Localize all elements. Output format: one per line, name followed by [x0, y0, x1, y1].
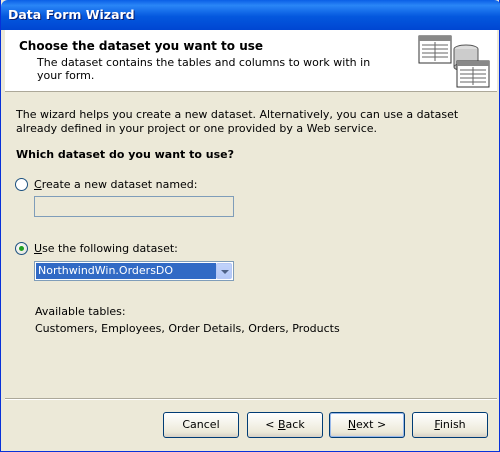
available-tables-label: Available tables:	[35, 305, 126, 318]
finish-button[interactable]: Finish	[412, 412, 488, 438]
new-dataset-name-input[interactable]	[34, 196, 234, 217]
use-existing-radio[interactable]	[15, 242, 28, 255]
create-new-label: Create a new dataset named:	[34, 178, 198, 191]
dataset-dropdown[interactable]: NorthwindWin.OrdersDO	[34, 261, 234, 281]
header-title: Choose the dataset you want to use	[19, 39, 264, 53]
use-existing-label: Use the following dataset:	[34, 242, 178, 255]
title-bar[interactable]: Data Form Wizard	[1, 0, 500, 30]
window-title: Data Form Wizard	[8, 7, 135, 22]
cancel-button[interactable]: Cancel	[163, 412, 239, 438]
next-button[interactable]: Next >	[329, 412, 405, 438]
dataset-dropdown-value: NorthwindWin.OrdersDO	[36, 263, 216, 279]
use-existing-dataset-option[interactable]: Use the following dataset:	[15, 242, 178, 255]
dataset-tables-icon	[418, 35, 490, 88]
footer-divider	[5, 398, 497, 400]
intro-text: The wizard helps you create a new datase…	[16, 108, 459, 135]
wizard-header: Choose the dataset you want to use The d…	[5, 30, 497, 92]
available-tables-list: Customers, Employees, Order Details, Ord…	[35, 322, 340, 335]
header-subtitle: The dataset contains the tables and colu…	[37, 56, 371, 82]
dataset-question: Which dataset do you want to use?	[16, 148, 235, 161]
wizard-window: Data Form Wizard Choose the dataset you …	[0, 0, 500, 452]
create-new-dataset-option[interactable]: Create a new dataset named:	[15, 178, 198, 191]
back-button[interactable]: < Back	[247, 412, 323, 438]
chevron-down-icon[interactable]	[216, 263, 232, 279]
create-new-radio[interactable]	[15, 178, 28, 191]
